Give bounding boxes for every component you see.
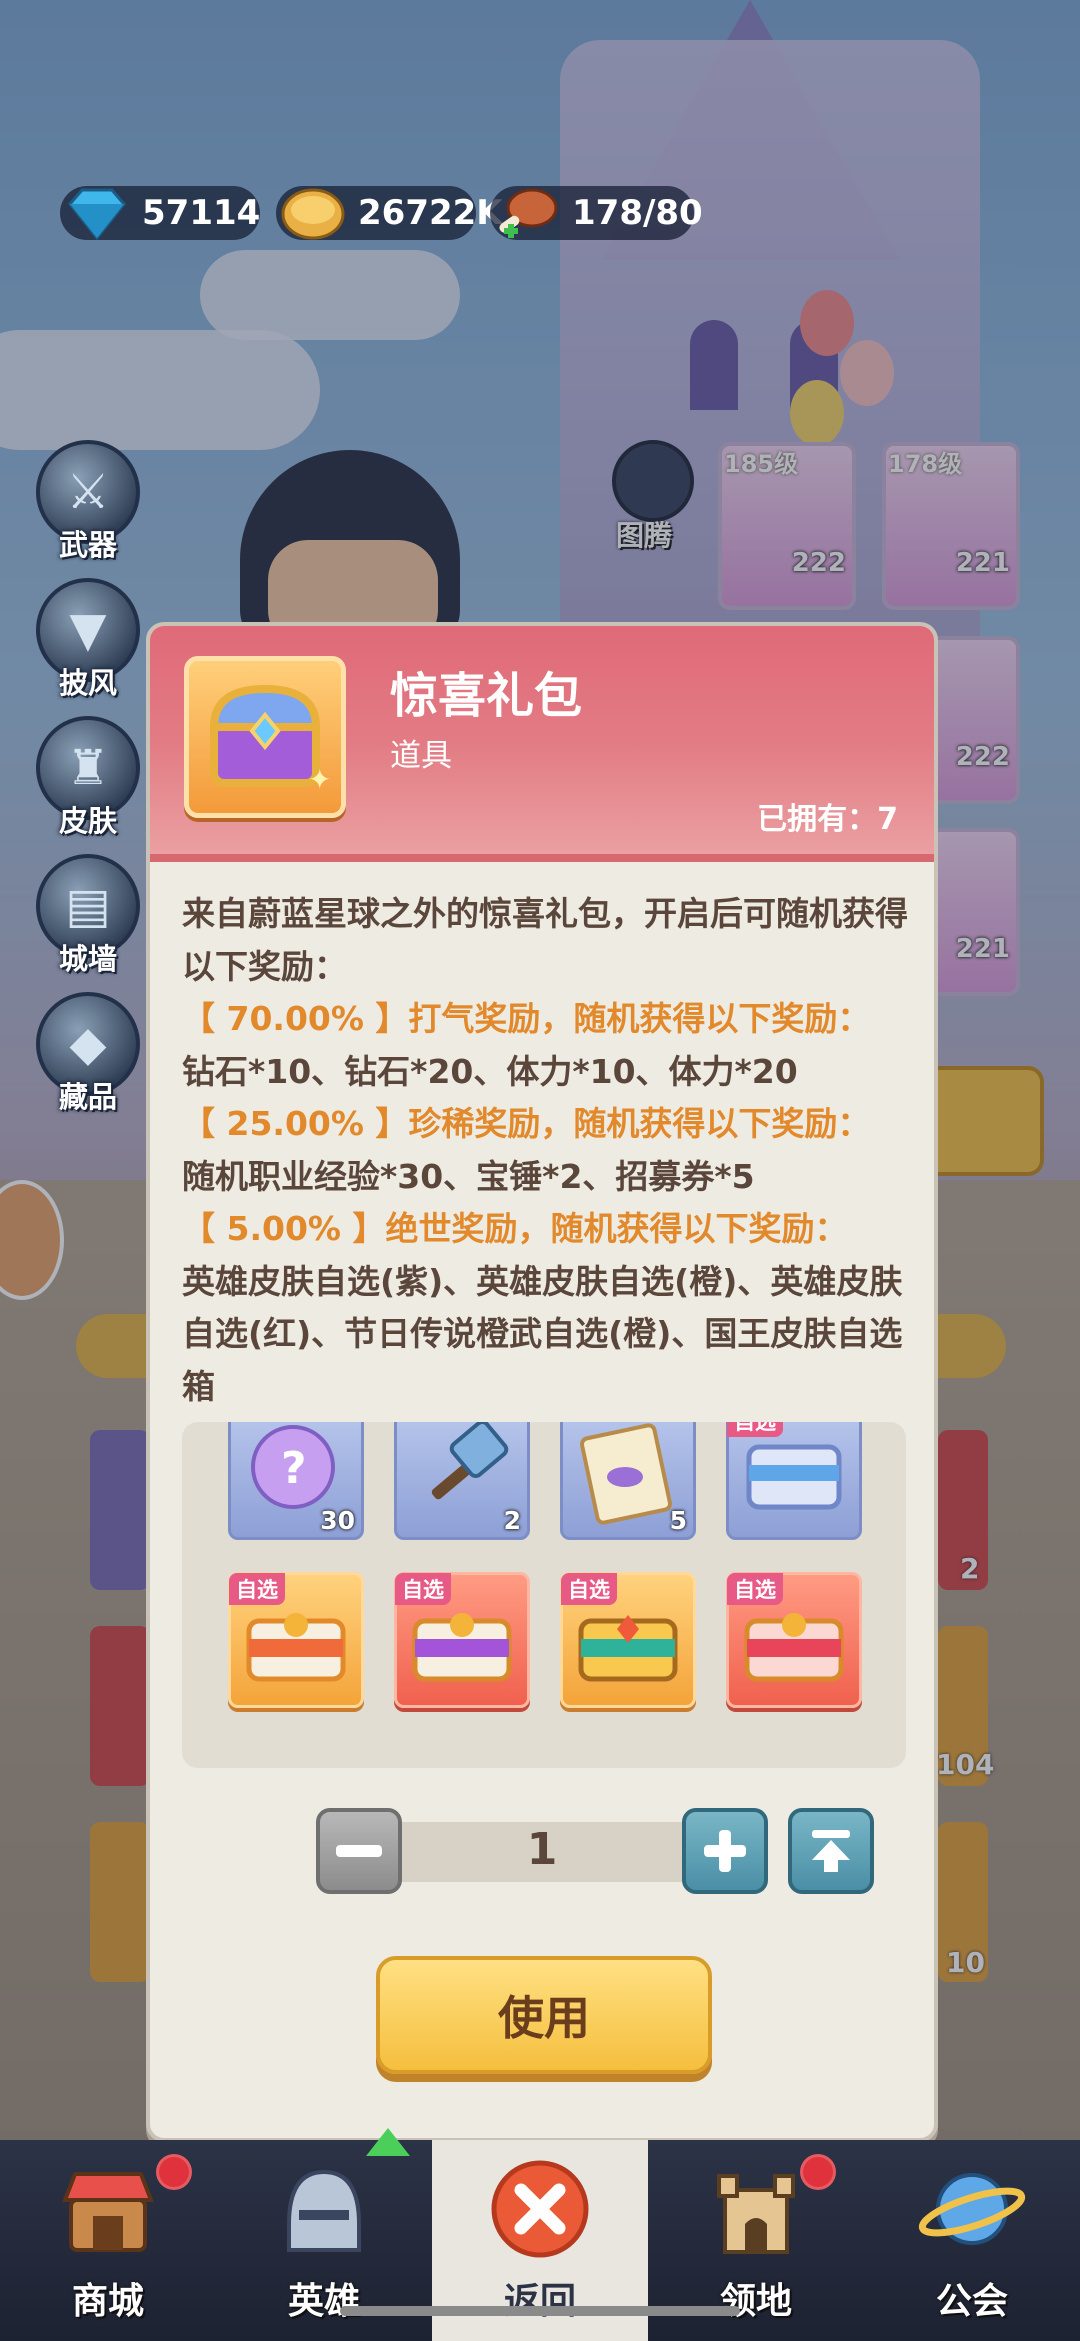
reward-item[interactable]: 自选: [394, 1572, 530, 1708]
surprise-chest-icon: ✦: [209, 684, 330, 796]
side-skin-button[interactable]: ♜ 皮肤: [30, 716, 146, 840]
close-icon: [491, 2160, 589, 2258]
modal-title: 惊喜礼包: [390, 668, 583, 724]
shop-icon: [62, 2172, 154, 2252]
item-detail-modal: ✦ 惊喜礼包 道具 已拥有：7 来自蔚蓝星球之外的惊喜礼包，开启后可随机获得以下…: [146, 622, 938, 2142]
reward-grid[interactable]: ? 30 2 5 自选 自选 自选 自选 自选: [182, 1422, 906, 1768]
svg-text:✦: ✦: [308, 763, 330, 796]
side-weapon-button[interactable]: ⚔ 武器: [30, 440, 146, 564]
modal-header: ✦ 惊喜礼包 道具 已拥有：7: [150, 626, 934, 862]
plus-icon: [704, 1830, 746, 1872]
reward-item[interactable]: 5: [560, 1422, 696, 1540]
desc-tier-3-body: 英雄皮肤自选(紫)、英雄皮肤自选(橙)、英雄皮肤自选(红)、节日传说橙武自选(橙…: [182, 1261, 903, 1406]
reward-item[interactable]: 自选: [560, 1572, 696, 1708]
hero-helmet-icon: [287, 2169, 361, 2252]
resource-stamina[interactable]: 178/80: [490, 186, 703, 240]
reward-item[interactable]: ? 30: [228, 1422, 364, 1540]
reward-item[interactable]: 自选: [726, 1422, 862, 1540]
desc-tier-3-head: 【 5.00% 】绝世奖励，随机获得以下奖励：: [182, 1209, 848, 1248]
modal-subtitle: 道具: [390, 738, 452, 774]
stamina-count: 178/80: [572, 193, 703, 233]
desc-tier-2-body: 随机职业经验*30、宝锤*2、招募券*5: [182, 1156, 755, 1196]
meat-stamina-icon: [499, 188, 558, 238]
max-arrow-icon: [812, 1830, 850, 1872]
shop-badge: [156, 2154, 192, 2190]
reward-item[interactable]: 自选: [228, 1572, 364, 1708]
nav-shop[interactable]: 商城: [0, 2140, 216, 2341]
item-description: 来自蔚蓝星球之外的惊喜礼包，开启后可随机获得以下奖励： 【 70.00% 】打气…: [182, 888, 912, 1413]
resource-coin[interactable]: 26722K: [276, 186, 503, 240]
desc-tier-2-head: 【 25.00% 】珍稀奖励，随机获得以下奖励：: [182, 1104, 871, 1143]
territory-badge: [800, 2154, 836, 2190]
collection-icon: ◆: [69, 1016, 107, 1072]
skin-icon: ♜: [66, 740, 110, 796]
wall-icon: ▤: [65, 878, 111, 934]
diamond-icon: [68, 188, 126, 241]
diamond-count: 57114: [142, 193, 261, 233]
decrease-button[interactable]: [316, 1808, 402, 1894]
desc-tier-1-body: 钻石*10、钻石*20、体力*10、体力*20: [182, 1051, 798, 1091]
minus-icon: [336, 1845, 382, 1857]
desc-tier-1-head: 【 70.00% 】打气奖励，随机获得以下奖励：: [182, 999, 871, 1038]
item-icon-frame: ✦: [184, 656, 346, 818]
desc-intro: 来自蔚蓝星球之外的惊喜礼包，开启后可随机获得以下奖励：: [182, 894, 908, 986]
reward-item[interactable]: 自选: [726, 1572, 862, 1708]
side-wall-button[interactable]: ▤ 城墙: [30, 854, 146, 978]
reward-item[interactable]: 2: [394, 1422, 530, 1540]
blue-chest-icon: [746, 1444, 842, 1510]
owned-count: 已拥有：7: [757, 802, 898, 837]
castle-icon: [717, 2174, 795, 2254]
max-button[interactable]: [788, 1808, 874, 1894]
home-indicator[interactable]: [340, 2306, 740, 2316]
coin-count: 26722K: [358, 193, 503, 233]
resource-diamond[interactable]: 57114: [60, 186, 261, 241]
coin-icon: [281, 188, 345, 240]
planet-icon: [918, 2173, 1026, 2245]
side-collection-button[interactable]: ◆ 藏品: [30, 992, 146, 1116]
increase-button[interactable]: [682, 1808, 768, 1894]
weapon-icon: ⚔: [66, 464, 110, 520]
nav-guild[interactable]: 公会: [864, 2140, 1080, 2341]
side-cape-button[interactable]: ▼ 披风: [30, 578, 146, 702]
svg-text:?: ?: [281, 1443, 307, 1494]
upgrade-arrow-icon: [366, 2128, 410, 2156]
cape-icon: ▼: [69, 602, 107, 658]
use-button[interactable]: 使用: [376, 1956, 712, 2074]
